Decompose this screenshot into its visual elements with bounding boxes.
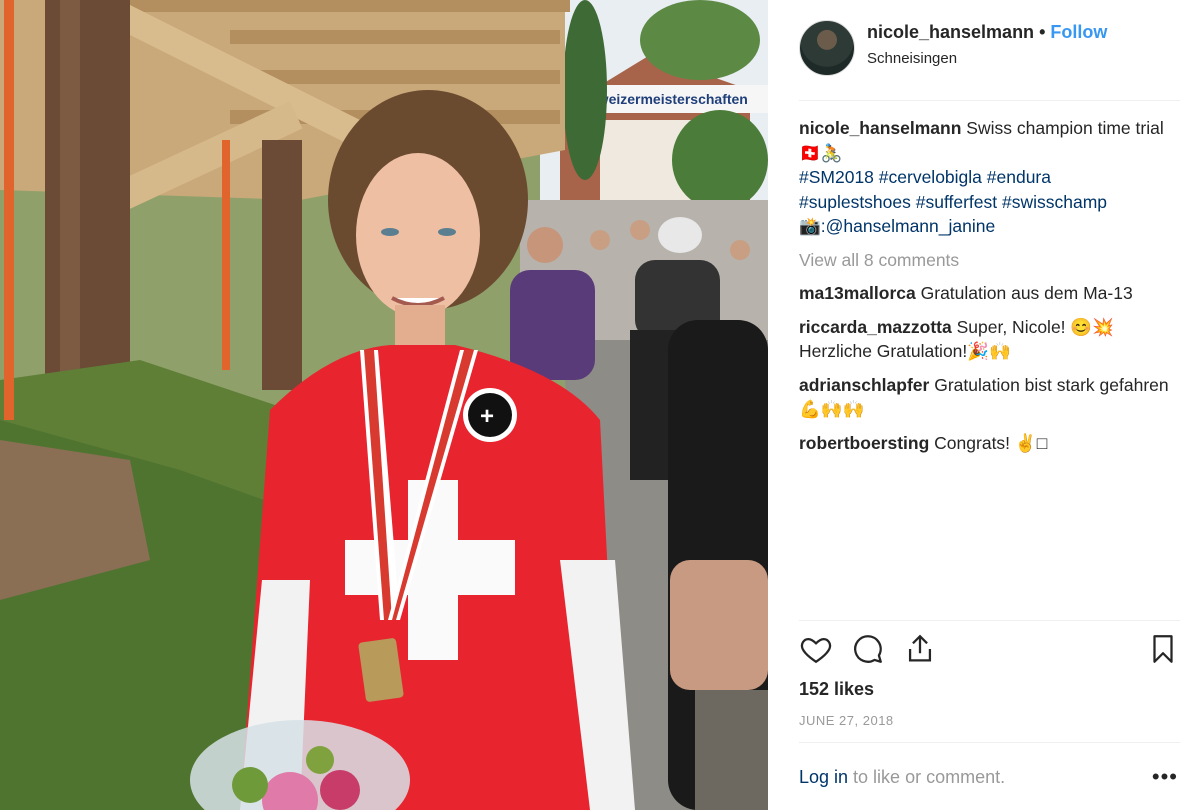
post-side-panel: nicole_hanselmann • Follow Schneisingen … bbox=[768, 0, 1200, 810]
caption-credit[interactable]: :@hanselmann_janine bbox=[821, 216, 995, 236]
camera-icon: 📸 bbox=[799, 216, 821, 236]
view-all-comments-link[interactable]: View all 8 comments bbox=[799, 248, 1179, 273]
post-photo[interactable]: Schweizermeisterschaften + bbox=[0, 0, 768, 810]
separator-dot: • bbox=[1039, 22, 1046, 42]
divider bbox=[799, 742, 1180, 743]
divider bbox=[799, 100, 1180, 101]
likes-count[interactable]: 152 likes bbox=[799, 679, 874, 700]
caption-hashtags-1[interactable]: #SM2018 #cervelobigla #endura bbox=[799, 167, 1051, 187]
location-link[interactable]: Schneisingen bbox=[867, 50, 957, 67]
comment-item: robertboersting Congrats! ✌️□ bbox=[799, 431, 1179, 456]
comment-item: ma13mallorca Gratulation aus dem Ma-13 bbox=[799, 281, 1179, 306]
photo-illustration: Schweizermeisterschaften + bbox=[0, 0, 768, 810]
comment-username[interactable]: adrianschlapfer bbox=[799, 375, 929, 395]
comment-item: riccarda_mazzotta Super, Nicole! 😊💥 Herz… bbox=[799, 315, 1179, 364]
bookmark-icon[interactable] bbox=[1146, 632, 1180, 668]
login-link[interactable]: Log in bbox=[799, 767, 848, 787]
action-bar bbox=[799, 632, 1180, 672]
comment-username[interactable]: riccarda_mazzotta bbox=[799, 317, 952, 337]
comment-item: adrianschlapfer Gratulation bist stark g… bbox=[799, 373, 1179, 422]
comments-section: nicole_hanselmann Swiss champion time tr… bbox=[799, 116, 1179, 464]
comment-text: Gratulation aus dem Ma-13 bbox=[920, 283, 1133, 303]
comment-icon[interactable] bbox=[851, 632, 885, 668]
author-username[interactable]: nicole_hanselmann bbox=[867, 22, 1034, 42]
share-icon[interactable] bbox=[903, 632, 937, 668]
post-header: nicole_hanselmann • Follow Schneisingen bbox=[799, 18, 1180, 82]
caption-hashtags-2[interactable]: #suplestshoes #sufferfest #swisschamp bbox=[799, 192, 1107, 212]
post-date[interactable]: JUNE 27, 2018 bbox=[799, 713, 894, 728]
comment-text: Congrats! ✌️□ bbox=[934, 432, 1048, 453]
caption: nicole_hanselmann Swiss champion time tr… bbox=[799, 116, 1179, 239]
avatar[interactable] bbox=[799, 20, 855, 76]
more-options-icon[interactable]: ••• bbox=[1152, 766, 1178, 788]
caption-username[interactable]: nicole_hanselmann bbox=[799, 118, 961, 138]
comment-username[interactable]: robertboersting bbox=[799, 433, 929, 453]
svg-text:+: + bbox=[480, 403, 494, 430]
follow-button[interactable]: Follow bbox=[1050, 22, 1107, 42]
heart-icon[interactable] bbox=[799, 632, 833, 668]
login-prompt-text: to like or comment. bbox=[848, 767, 1006, 787]
divider bbox=[799, 620, 1180, 621]
login-prompt: Log in to like or comment. bbox=[799, 767, 1005, 788]
comment-username[interactable]: ma13mallorca bbox=[799, 283, 916, 303]
